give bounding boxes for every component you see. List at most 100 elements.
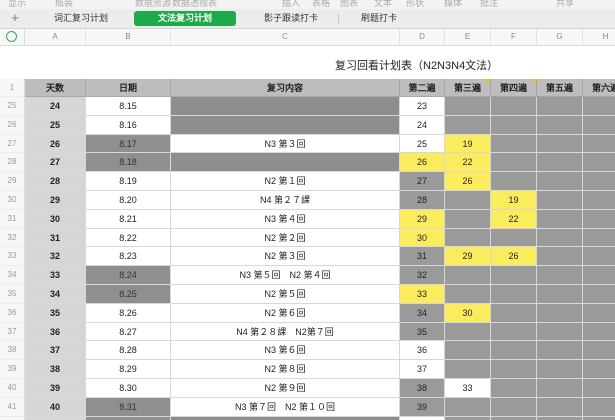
round-6-cell[interactable] <box>583 191 615 210</box>
round-6-cell[interactable] <box>583 303 615 323</box>
content-cell[interactable]: N3 第６回 <box>171 341 400 361</box>
content-cell[interactable]: N2 第６回 <box>171 303 400 323</box>
toolbar-item[interactable]: 文本 <box>374 0 392 9</box>
date-cell[interactable]: 8.26 <box>86 303 171 323</box>
day-cell[interactable]: 24 <box>25 97 86 116</box>
toolbar-item[interactable]: 表格 <box>312 0 330 9</box>
content-cell[interactable]: N2 第１回 <box>171 172 400 191</box>
round-5-cell[interactable] <box>537 191 583 210</box>
round-3-cell[interactable] <box>445 97 491 116</box>
column-header-a[interactable]: A <box>25 29 86 45</box>
round-5-cell[interactable] <box>537 341 583 361</box>
round-4-cell[interactable] <box>491 341 537 361</box>
content-cell[interactable] <box>171 115 400 135</box>
round-3-cell[interactable] <box>445 228 491 248</box>
day-cell[interactable]: 26 <box>25 134 86 154</box>
round-2-cell[interactable]: 26 <box>400 153 445 173</box>
row-number[interactable]: 29 <box>0 172 25 191</box>
date-cell[interactable]: 8.15 <box>86 97 171 116</box>
row-number[interactable]: 34 <box>0 266 25 285</box>
day-cell[interactable]: 34 <box>25 285 86 304</box>
round-6-cell[interactable] <box>583 360 615 379</box>
column-header-b[interactable]: B <box>86 29 171 45</box>
row-number[interactable]: 40 <box>0 379 25 398</box>
round-2-cell[interactable]: 29 <box>400 209 445 229</box>
round-4-cell[interactable] <box>491 266 537 285</box>
toolbar-item[interactable]: 数据资源 <box>135 0 171 9</box>
round-5-cell[interactable] <box>537 360 583 379</box>
content-cell[interactable]: N3 第５回 N2 第４回 <box>171 266 400 285</box>
round-2-cell[interactable]: 39 <box>400 397 445 417</box>
round-2-cell[interactable]: 24 <box>400 115 445 135</box>
round-3-cell[interactable] <box>445 341 491 361</box>
column-header-e[interactable]: E <box>445 29 491 45</box>
round-5-cell[interactable] <box>537 379 583 398</box>
content-cell[interactable]: N4 第２７課 <box>171 191 400 210</box>
date-cell[interactable]: 8.17 <box>86 134 171 154</box>
round-4-cell[interactable] <box>491 397 537 417</box>
round-2-cell[interactable]: 33 <box>400 285 445 304</box>
day-cell[interactable]: 31 <box>25 228 86 248</box>
date-cell[interactable]: 8.25 <box>86 285 171 304</box>
round-5-cell[interactable] <box>537 134 583 154</box>
round-4-cell[interactable]: 19 <box>491 191 537 210</box>
round-5-cell[interactable] <box>537 228 583 248</box>
round-3-cell[interactable] <box>445 209 491 229</box>
round-3-cell[interactable] <box>445 322 491 342</box>
row-number[interactable]: 25 <box>0 97 25 116</box>
row-number[interactable]: 36 <box>0 303 25 323</box>
round-3-cell[interactable] <box>445 416 491 420</box>
content-cell[interactable]: N2 第３回 <box>171 247 400 267</box>
round-6-cell[interactable] <box>583 134 615 154</box>
round-5-cell[interactable] <box>537 115 583 135</box>
round-4-cell[interactable] <box>491 153 537 173</box>
round-4-cell[interactable] <box>491 303 537 323</box>
tab-grammar-review[interactable]: 文法复习计划 <box>134 11 236 26</box>
date-cell[interactable]: 8.28 <box>86 341 171 361</box>
date-cell[interactable]: 8.16 <box>86 115 171 135</box>
round-2-cell[interactable]: 27 <box>400 172 445 191</box>
round-6-cell[interactable] <box>583 397 615 417</box>
content-cell[interactable]: N3 第４回 <box>171 209 400 229</box>
row-number[interactable]: 32 <box>0 228 25 248</box>
day-cell[interactable]: 29 <box>25 191 86 210</box>
row-number[interactable]: 37 <box>0 322 25 342</box>
date-cell[interactable]: 8.27 <box>86 322 171 342</box>
date-cell[interactable]: 8.18 <box>86 153 171 173</box>
round-2-cell[interactable]: 40 <box>400 416 445 420</box>
day-cell[interactable]: 35 <box>25 303 86 323</box>
content-cell[interactable] <box>171 153 400 173</box>
round-5-cell[interactable] <box>537 303 583 323</box>
round-3-cell[interactable] <box>445 115 491 135</box>
toolbar-item[interactable]: 共享 <box>556 0 574 9</box>
toolbar-item[interactable]: 图表 <box>340 0 358 9</box>
round-4-cell[interactable]: 26 <box>491 247 537 267</box>
round-5-cell[interactable] <box>537 285 583 304</box>
date-cell[interactable]: 8.24 <box>86 266 171 285</box>
round-2-cell[interactable]: 28 <box>400 191 445 210</box>
round-3-cell[interactable]: 19 <box>445 134 491 154</box>
round-4-cell[interactable] <box>491 322 537 342</box>
content-cell[interactable]: N2 第９回 <box>171 379 400 398</box>
comment-marker-icon[interactable] <box>485 79 490 84</box>
round-3-cell[interactable] <box>445 285 491 304</box>
column-header-d[interactable]: D <box>400 29 445 45</box>
round-3-cell[interactable]: 29 <box>445 247 491 267</box>
row-number[interactable]: 41 <box>0 397 25 417</box>
round-4-cell[interactable] <box>491 172 537 191</box>
round-2-cell[interactable]: 37 <box>400 360 445 379</box>
day-cell[interactable]: 36 <box>25 322 86 342</box>
date-cell[interactable]: 8.22 <box>86 228 171 248</box>
round-4-cell[interactable]: 22 <box>491 209 537 229</box>
round-5-cell[interactable] <box>537 97 583 116</box>
row-number[interactable]: 33 <box>0 247 25 267</box>
content-cell[interactable]: N3 第７回 N2 第１０回 <box>171 397 400 417</box>
round-6-cell[interactable] <box>583 115 615 135</box>
content-cell[interactable] <box>171 416 400 420</box>
round-4-cell[interactable] <box>491 379 537 398</box>
row-number[interactable]: 31 <box>0 209 25 229</box>
round-5-cell[interactable] <box>537 322 583 342</box>
round-3-cell[interactable]: 30 <box>445 303 491 323</box>
content-cell[interactable]: N3 第３回 <box>171 134 400 154</box>
round-6-cell[interactable] <box>583 97 615 116</box>
